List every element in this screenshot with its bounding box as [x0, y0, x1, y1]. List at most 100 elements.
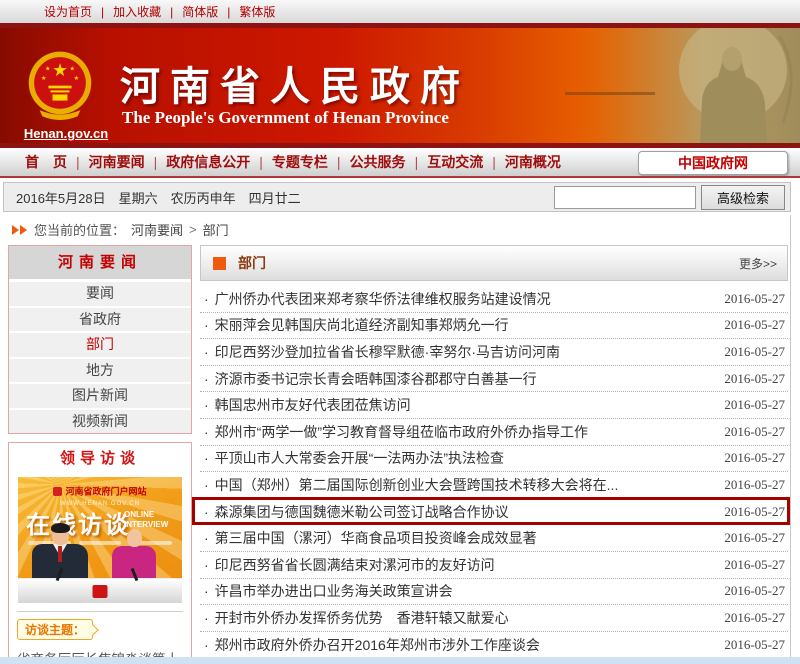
add-favorite-link[interactable]: 加入收藏	[113, 3, 161, 20]
national-emblem-icon: ★ ★ ★ ★ ★	[26, 50, 94, 124]
news-link[interactable]: 许昌市举办进出口业务海关政策宣讲会	[215, 581, 725, 601]
nav-special-topics[interactable]: 专题专栏	[272, 152, 328, 172]
news-list-item: · 韩国忠州市友好代表团莅焦访问2016-05-27	[200, 392, 788, 419]
nav-public-service[interactable]: 公共服务	[350, 152, 406, 172]
news-link[interactable]: 平顶山市人大常委会开展“一法两办法”执法检查	[215, 448, 725, 468]
news-link[interactable]: 广州侨办代表团来郑考察华侨法律维权服务站建设情况	[215, 289, 725, 309]
sidebar-item-photo-news[interactable]: 图片新闻	[9, 384, 191, 410]
news-date: 2016-05-27	[724, 477, 785, 493]
bullet: ·	[204, 424, 209, 440]
footer-strip	[0, 657, 800, 664]
sidebar-item-departments[interactable]: 部门	[9, 333, 191, 359]
news-date: 2016-05-27	[724, 371, 785, 387]
news-date: 2016-05-27	[724, 557, 785, 573]
breadcrumb-henan-news[interactable]: 河南要闻	[131, 220, 183, 239]
news-link[interactable]: 森源集团与德国魏德米勒公司签订战略合作协议	[215, 502, 725, 522]
section-title: 部门	[238, 253, 266, 273]
separator: |	[259, 154, 263, 170]
news-date: 2016-05-27	[724, 530, 785, 546]
news-date: 2016-05-27	[724, 397, 785, 413]
bullet: ·	[204, 291, 209, 307]
site-title-en: The People's Government of Henan Provinc…	[122, 108, 449, 128]
interview-photo[interactable]: 河南省政府门户网站 WWW.HENAN.GOV.CN 在线访谈 ONLINE I…	[18, 477, 182, 603]
traditional-chinese-link[interactable]: 繁体版	[239, 3, 275, 20]
bullet: ·	[204, 583, 209, 599]
news-list-item: · 济源市委书记宗长青会晤韩国漆谷郡郡守白善基一行2016-05-27	[200, 366, 788, 393]
news-date: 2016-05-27	[724, 637, 785, 653]
bullet: ·	[204, 450, 209, 466]
interview-panel: 领导访谈 河南省政府门户网站 WWW.HENAN.GOV.CN 在线访谈 ONL…	[8, 442, 192, 664]
news-date: 2016-05-27	[724, 317, 785, 333]
site-url[interactable]: Henan.gov.cn	[14, 126, 118, 141]
separator: >	[189, 222, 197, 237]
news-link[interactable]: 郑州市“两学一做”学习教育督导组莅临市政府外侨办指导工作	[215, 422, 725, 442]
news-date: 2016-05-27	[724, 344, 785, 360]
svg-text:★: ★	[41, 75, 47, 82]
news-list-item: ·第三届中国（漯河）华商食品项目投资峰会成效显著2016-05-27	[200, 525, 788, 552]
separator: |	[76, 154, 80, 170]
sidebar-item-yaowen[interactable]: 要闻	[9, 282, 191, 308]
news-link[interactable]: 印尼西努沙登加拉省省长穆罕默德·宰努尔·马吉访问河南	[215, 342, 725, 362]
breadcrumb-departments[interactable]: 部门	[203, 220, 229, 239]
news-link[interactable]: 开封市外侨办发挥侨务优势 香港轩辕又献爱心	[215, 608, 725, 628]
news-list-item: · 广州侨办代表团来郑考察华侨法律维权服务站建设情况2016-05-27	[200, 286, 788, 313]
svg-text:★: ★	[52, 60, 68, 80]
news-link[interactable]: 郑州市政府外侨办召开2016年郑州市涉外工作座谈会	[215, 635, 725, 655]
nav-henan-news[interactable]: 河南要闻	[89, 152, 145, 172]
news-link[interactable]: 济源市委书记宗长青会晤韩国漆谷郡郡守白善基一行	[215, 369, 725, 389]
bullet: ·	[204, 637, 209, 653]
nav-henan-overview[interactable]: 河南概况	[505, 152, 561, 172]
news-list-item: · 郑州市政府外侨办召开2016年郑州市涉外工作座谈会2016-05-27	[200, 632, 788, 659]
sidebar-menu: 河南要闻 要闻 省政府 部门 地方 图片新闻 视频新闻	[8, 245, 192, 434]
interview-panel-title: 领导访谈	[9, 443, 191, 475]
svg-text:★: ★	[45, 66, 51, 73]
site-title-cn: 河南省人民政府	[120, 54, 470, 112]
news-link[interactable]: 宋丽萍会见韩国庆尚北道经济副知事郑炳允一行	[215, 315, 725, 335]
header-banner: ★ ★ ★ ★ ★ Henan.gov.cn 河南省人民政府 The Peopl…	[0, 28, 800, 143]
news-list-item-highlighted: ·森源集团与德国魏德米勒公司签订战略合作协议2016-05-27	[200, 499, 788, 526]
sidebar-item-provincial-gov[interactable]: 省政府	[9, 308, 191, 334]
news-date: 2016-05-27	[724, 291, 785, 307]
divider	[17, 611, 183, 612]
separator: |	[337, 154, 341, 170]
nav-interaction[interactable]: 互动交流	[427, 152, 483, 172]
search-input[interactable]	[554, 186, 696, 209]
separator: |	[154, 154, 158, 170]
separator: |	[227, 5, 230, 19]
news-link[interactable]: 韩国忠州市友好代表团莅焦访问	[215, 395, 725, 415]
breadcrumb: 您当前的位置： 河南要闻 > 部门	[12, 220, 229, 239]
separator: |	[492, 154, 496, 170]
page-right-border	[790, 215, 791, 657]
bullet: ·	[204, 344, 209, 360]
bullet: ·	[204, 504, 209, 520]
set-homepage-link[interactable]: 设为首页	[44, 3, 92, 20]
news-list-item: ·开封市外侨办发挥侨务优势 香港轩辕又献爱心2016-05-27	[200, 605, 788, 632]
section-header: 部门 更多>>	[200, 245, 788, 281]
nav-gov-info-disclosure[interactable]: 政府信息公开	[166, 152, 250, 172]
news-list-item: ·许昌市举办进出口业务海关政策宣讲会2016-05-27	[200, 579, 788, 606]
page: 设为首页 | 加入收藏 | 简体版 | 繁体版	[0, 0, 800, 664]
bullet: ·	[204, 397, 209, 413]
news-list-item: ·郑州市“两学一做”学习教育督导组莅临市政府外侨办指导工作2016-05-27	[200, 419, 788, 446]
bullet: ·	[204, 557, 209, 573]
news-link[interactable]: 第三届中国（漯河）华商食品项目投资峰会成效显著	[215, 528, 725, 548]
news-link[interactable]: 印尼西努省省长圆满结束对漯河市的友好访问	[215, 555, 725, 575]
desk-sign	[93, 585, 108, 598]
china-gov-website-button[interactable]: 中国政府网	[638, 151, 788, 175]
more-link[interactable]: 更多>>	[739, 255, 777, 272]
topbar: 设为首页 | 加入收藏 | 简体版 | 繁体版	[0, 0, 800, 23]
news-list-item: · 印尼西努沙登加拉省省长穆罕默德·宰努尔·马吉访问河南2016-05-27	[200, 339, 788, 366]
news-date: 2016-05-27	[724, 610, 785, 626]
portal-name: 河南省政府门户网站	[65, 486, 146, 496]
simplified-chinese-link[interactable]: 简体版	[182, 3, 218, 20]
portal-emblem-icon	[53, 487, 62, 496]
news-list-item: · 印尼西努省省长圆满结束对漯河市的友好访问2016-05-27	[200, 552, 788, 579]
bullet: ·	[204, 317, 209, 333]
online-interview-headline-en: ONLINE INTERVIEW	[124, 510, 178, 530]
sidebar-item-local[interactable]: 地方	[9, 359, 191, 385]
bullet: ·	[204, 371, 209, 387]
sidebar-item-video-news[interactable]: 视频新闻	[9, 410, 191, 434]
news-link[interactable]: 中国（郑州）第二届国际创新创业大会暨跨国技术转移大会将在...	[215, 475, 725, 495]
advanced-search-button[interactable]: 高级检索	[701, 185, 785, 210]
nav-home[interactable]: 首 页	[25, 152, 67, 172]
